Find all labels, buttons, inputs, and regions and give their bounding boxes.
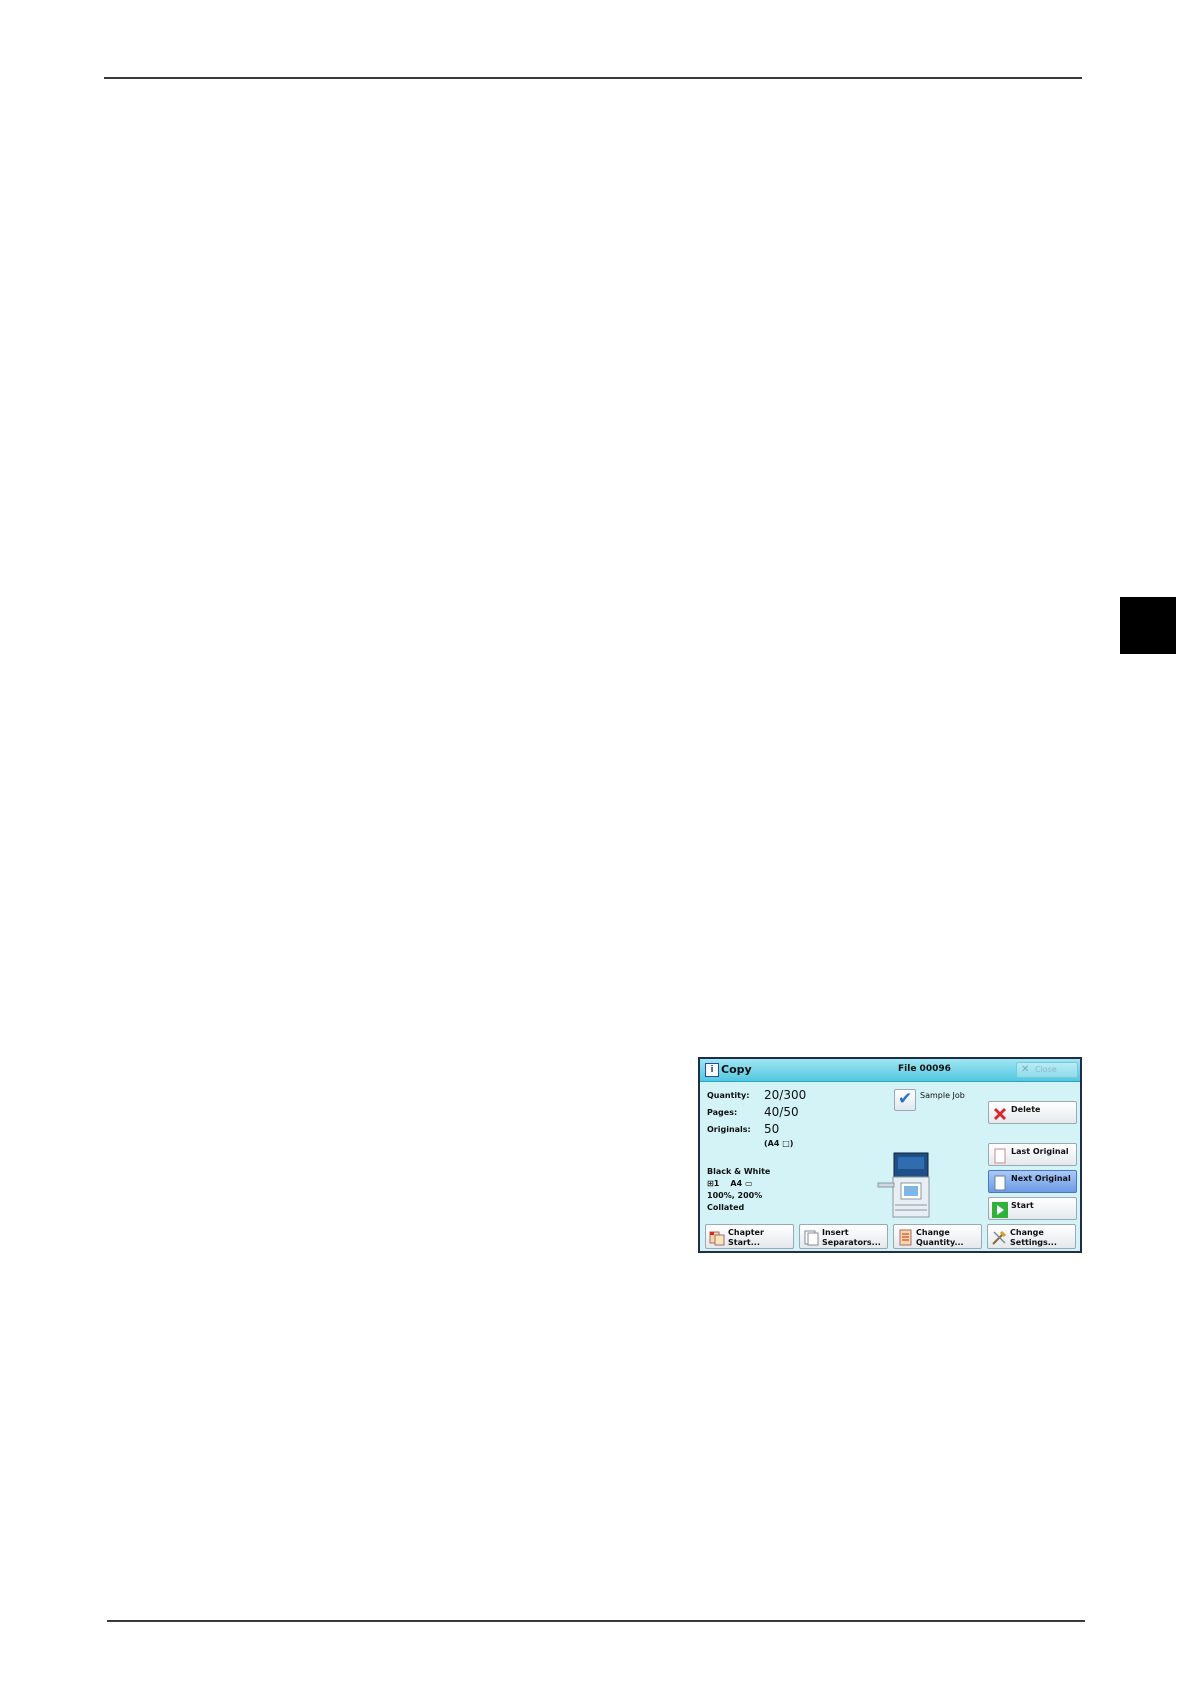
quantity-icon [899,1229,912,1246]
original-size: (A4 □) [764,1139,794,1148]
checkmark-icon: ✔ [898,1089,913,1109]
page-icon [994,1175,1006,1191]
play-icon [992,1202,1008,1218]
delete-button[interactable]: Delete [988,1101,1077,1124]
quantity-value: 20/300 [764,1088,807,1102]
chapter-icon [709,1231,725,1246]
copy-job-panel: i Copy File 00096 ✕ Close Quantity: 20/3… [698,1057,1082,1253]
chapter-start-button[interactable]: Chapter Start... [705,1224,794,1249]
sample-job-label: Sample Job [920,1091,965,1100]
close-label: Close [1035,1065,1057,1074]
info-icon[interactable]: i [705,1063,719,1077]
insert-separators-label: Insert Separators... [822,1228,881,1247]
last-original-label: Last Original [1011,1147,1069,1156]
start-button[interactable]: Start [988,1197,1077,1220]
originals-value: 50 [764,1122,780,1136]
footer-rule [107,1620,1085,1622]
chapter-tab-marker [1120,597,1176,654]
reduce-enlarge: 100%, 200% [707,1191,763,1200]
originals-label: Originals: [707,1125,751,1134]
file-name: File 00096 [898,1064,951,1074]
change-quantity-button[interactable]: Change Quantity... [893,1224,982,1249]
output-mode: Collated [707,1203,745,1212]
header-rule [104,77,1082,79]
title-bar: i Copy File 00096 ✕ Close [700,1059,1080,1082]
next-original-label: Next Original [1011,1174,1071,1183]
change-quantity-label: Change Quantity... [916,1228,964,1247]
insert-separators-button[interactable]: Insert Separators... [799,1224,888,1249]
page-icon [994,1148,1006,1164]
sample-job-checkbox[interactable]: ✔ [894,1089,916,1111]
paper-tray: ⊞1 A4 ▭ [707,1179,753,1188]
separator-icon [804,1230,819,1246]
close-icon: ✕ [1021,1064,1030,1075]
start-label: Start [1011,1201,1034,1210]
next-original-button[interactable]: Next Original [988,1170,1077,1193]
app-title: Copy [721,1063,752,1076]
chapter-start-label: Chapter Start... [728,1228,764,1247]
settings-icon [992,1230,1007,1245]
change-settings-label: Change Settings... [1010,1228,1057,1247]
delete-label: Delete [1011,1105,1041,1114]
quantity-label: Quantity: [707,1091,750,1100]
printer-icon [877,1152,930,1218]
pages-label: Pages: [707,1108,738,1117]
change-settings-button[interactable]: Change Settings... [987,1224,1076,1249]
last-original-button[interactable]: Last Original [988,1143,1077,1166]
delete-icon [994,1108,1006,1120]
close-button[interactable]: ✕ Close [1016,1062,1078,1078]
color-mode: Black & White [707,1167,771,1176]
pages-value: 40/50 [764,1105,799,1119]
